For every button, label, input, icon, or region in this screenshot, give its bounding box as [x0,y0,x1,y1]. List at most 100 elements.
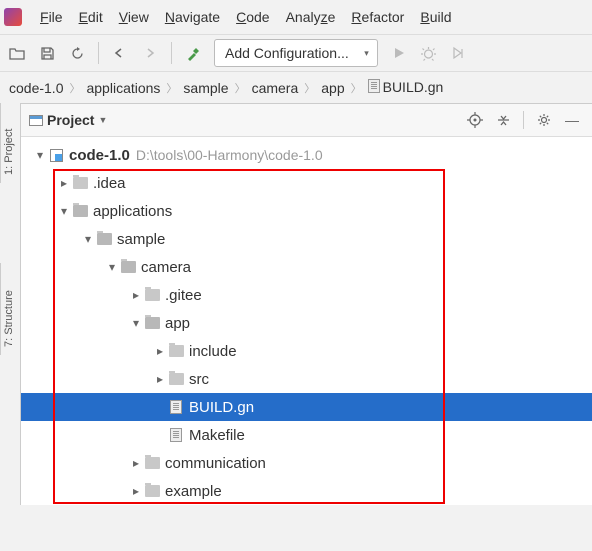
tree-row[interactable]: ▾ sample [21,225,592,253]
file-icon [368,79,380,93]
chevron-right-icon: 〉 [232,80,249,96]
tree-label: code-1.0 [69,147,136,164]
tree-row[interactable]: ▸ .idea [21,169,592,197]
crumb-camera[interactable]: camera [249,80,302,96]
tree-label: .gitee [165,287,208,304]
tree-row[interactable]: ▸ .gitee [21,281,592,309]
tree-label: sample [117,231,171,248]
tree-row[interactable]: ▾ camera [21,253,592,281]
tree-label: app [165,315,196,332]
project-tree: ▾ code-1.0D:\tools\00-Harmony\code-1.0 ▸ .i… [21,137,592,505]
chevron-down-icon[interactable]: ▾ [33,148,47,162]
menu-bar: File Edit View Navigate Code Analyze Ref… [0,0,592,34]
chevron-right-icon[interactable]: ▸ [129,288,143,302]
tree-path: D:\tools\00-Harmony\code-1.0 [136,147,323,163]
chevron-right-icon[interactable]: ▸ [153,344,167,358]
back-icon[interactable] [106,39,134,67]
menu-analyze[interactable]: Analyze [278,5,344,29]
debug-icon[interactable] [415,39,443,67]
separator [171,42,172,64]
collapse-icon[interactable] [491,108,515,132]
breadcrumb: code-1.0 〉 applications 〉 sample 〉 camer… [0,72,592,103]
folder-icon [143,457,161,469]
coverage-icon[interactable] [445,39,473,67]
chevron-right-icon: 〉 [348,80,365,96]
tree-label: BUILD.gn [189,399,260,416]
folder-icon [167,373,185,385]
chevron-right-icon[interactable]: ▸ [57,176,71,190]
target-icon[interactable] [463,108,487,132]
panel-title-text: Project [47,112,94,128]
crumb-sample[interactable]: sample [180,80,231,96]
menu-edit[interactable]: Edit [71,5,111,29]
window-icon [29,115,43,126]
folder-icon [167,345,185,357]
refresh-icon[interactable] [63,39,91,67]
panel-header: Project ▼ — [21,104,592,137]
hide-icon[interactable]: — [560,108,584,132]
menu-code[interactable]: Code [228,5,277,29]
tree-row[interactable]: BUILD.gn [21,393,592,421]
menu-build[interactable]: Build [412,5,459,29]
module-icon [47,149,65,162]
folder-icon [143,289,161,301]
chevron-down-icon[interactable]: ▾ [57,204,71,218]
chevron-right-icon[interactable]: ▸ [129,456,143,470]
tree-row[interactable]: ▸ communication [21,449,592,477]
folder-icon [143,317,161,329]
crumb-app[interactable]: app [318,80,347,96]
folder-icon [71,177,89,189]
save-icon[interactable] [33,39,61,67]
separator [98,42,99,64]
tree-row[interactable]: Makefile [21,421,592,449]
menu-navigate[interactable]: Navigate [157,5,228,29]
sidebar-tabs: 1: Project 7: Structure [0,103,20,355]
tree-label: camera [141,259,197,276]
crumb-root[interactable]: code-1.0 [6,80,66,96]
toolbar: Add Configuration... [0,34,592,72]
tree-label: src [189,371,215,388]
tree-row[interactable]: ▾ applications [21,197,592,225]
chevron-down-icon[interactable]: ▾ [129,316,143,330]
tree-row[interactable]: ▸ example [21,477,592,505]
gear-icon[interactable] [532,108,556,132]
menu-file[interactable]: File [32,5,71,29]
crumb-applications[interactable]: applications [83,80,163,96]
sidebar-tab-project[interactable]: 1: Project [0,103,20,183]
crumb-file[interactable]: BUILD.gn [365,79,447,97]
file-icon [167,400,185,414]
tree-label: applications [93,203,178,220]
forward-icon[interactable] [136,39,164,67]
tree-row[interactable]: ▾ code-1.0D:\tools\00-Harmony\code-1.0 [21,141,592,169]
chevron-down-icon[interactable]: ▾ [81,232,95,246]
tree-row[interactable]: ▸ include [21,337,592,365]
menu-refactor[interactable]: Refactor [343,5,412,29]
app-icon [4,8,22,26]
config-label: Add Configuration... [225,45,349,61]
chevron-right-icon: 〉 [301,80,318,96]
tree-label: Makefile [189,427,251,444]
open-icon[interactable] [3,39,31,67]
project-panel: Project ▼ — ▾ code-1.0D:\tools\00-Harmony… [21,103,592,505]
panel-title-dropdown[interactable]: Project ▼ [29,112,107,128]
separator [523,111,524,129]
tree-label: .idea [93,175,132,192]
chevron-right-icon: 〉 [163,80,180,96]
chevron-right-icon[interactable]: ▸ [129,484,143,498]
chevron-right-icon[interactable]: ▸ [153,372,167,386]
tree-label: example [165,483,228,500]
folder-icon [95,233,113,245]
tree-row[interactable]: ▸ src [21,365,592,393]
sidebar-tab-structure[interactable]: 7: Structure [0,263,20,355]
tree-label: include [189,343,243,360]
run-config-dropdown[interactable]: Add Configuration... [214,39,378,67]
chevron-down-icon[interactable]: ▾ [105,260,119,274]
file-icon [167,428,185,442]
build-hammer-icon[interactable] [179,39,207,67]
run-icon[interactable] [385,39,413,67]
folder-icon [143,485,161,497]
menu-view[interactable]: View [111,5,157,29]
tree-label: communication [165,455,272,472]
folder-icon [71,205,89,217]
tree-row[interactable]: ▾ app [21,309,592,337]
